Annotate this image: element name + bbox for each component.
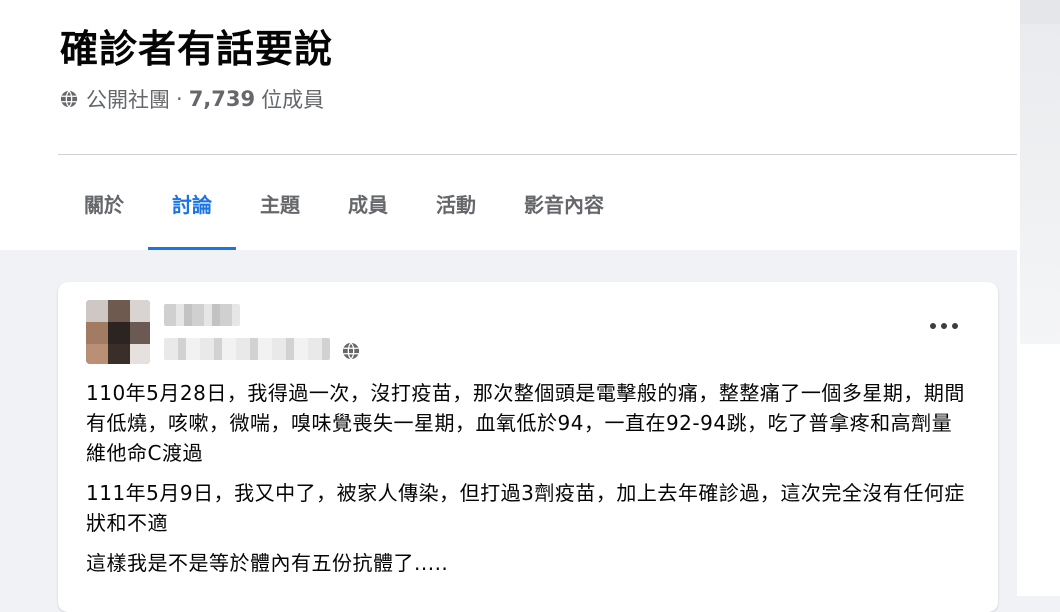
globe-icon	[60, 90, 78, 108]
avatar[interactable]	[86, 300, 150, 364]
tab-topics[interactable]: 主題	[236, 156, 324, 250]
more-options-icon[interactable]	[930, 318, 958, 334]
tab-discussion[interactable]: 討論	[148, 156, 236, 250]
right-edge-shade	[1020, 0, 1060, 24]
member-count[interactable]: 7,739	[189, 87, 255, 111]
post-paragraph: 這樣我是不是等於體內有五份抗體了.....	[86, 551, 449, 575]
meta-separator: ·	[176, 87, 183, 111]
tab-members[interactable]: 成員	[324, 156, 412, 250]
right-edge-gradient	[1020, 24, 1060, 344]
group-meta: 公開社團 · 7,739 位成員	[60, 84, 324, 114]
tab-media[interactable]: 影音內容	[500, 156, 628, 250]
tab-events[interactable]: 活動	[412, 156, 500, 250]
post-paragraph: 111年5月9日，我又中了，被家人傳染，但打過3劑疫苗，加上去年確診過，這次完全…	[86, 481, 965, 535]
tab-about[interactable]: 關於	[60, 156, 148, 250]
member-label[interactable]: 位成員	[261, 84, 324, 114]
globe-icon	[342, 342, 360, 360]
header-divider	[58, 154, 1017, 155]
post-card: 110年5月28日，我得過一次，沒打疫苗，那次整個頭是電擊般的痛，整整痛了一個多…	[58, 282, 998, 612]
group-tabs: 關於 討論 主題 成員 活動 影音內容	[60, 156, 628, 250]
author-name[interactable]	[164, 304, 240, 326]
post-paragraph: 110年5月28日，我得過一次，沒打疫苗，那次整個頭是電擊般的痛，整整痛了一個多…	[86, 381, 965, 465]
group-header: 確診者有話要說 公開社團 · 7,739 位成員 關於 討論 主題 成員 活動 …	[0, 0, 1017, 250]
post-body: 110年5月28日，我得過一次，沒打疫苗，那次整個頭是電擊般的痛，整整痛了一個多…	[86, 378, 966, 588]
post-timestamp[interactable]	[164, 338, 330, 360]
group-privacy: 公開社團	[86, 88, 170, 112]
group-title[interactable]: 確診者有話要說	[60, 18, 333, 73]
